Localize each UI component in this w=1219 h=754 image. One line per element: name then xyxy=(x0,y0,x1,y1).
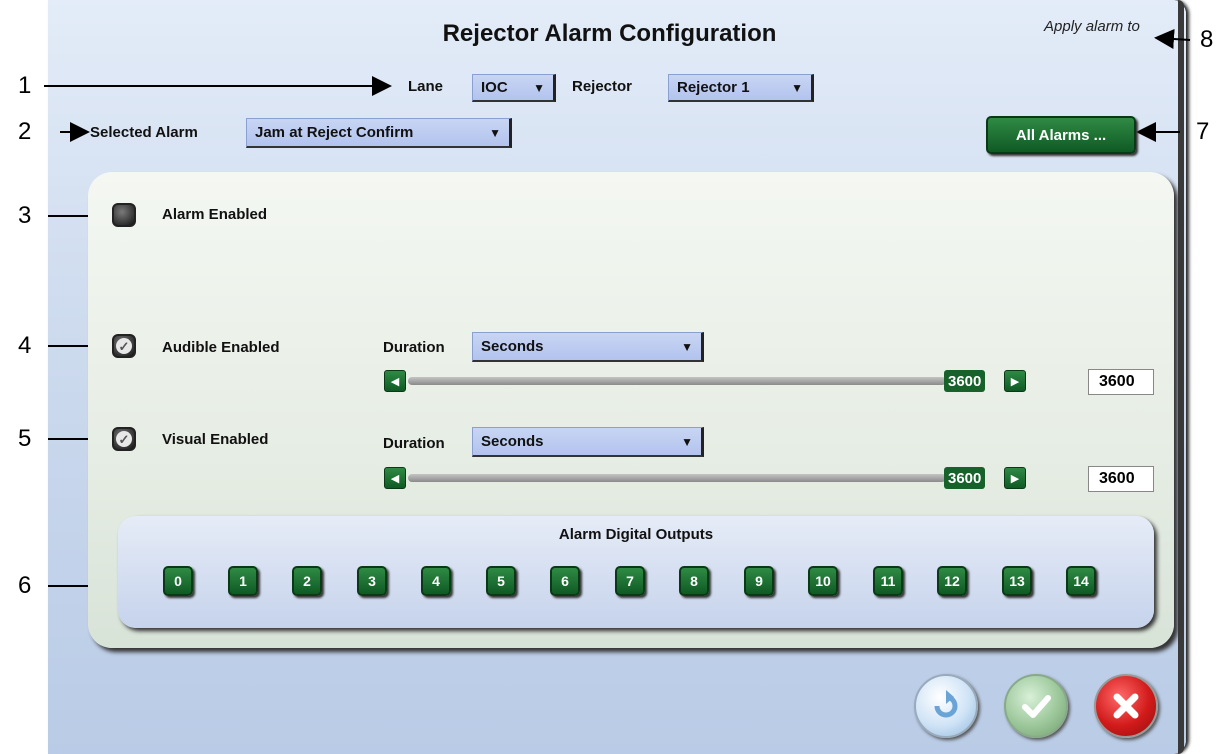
visual-duration-input[interactable]: 3600 xyxy=(1088,466,1154,492)
audible-slider-track[interactable] xyxy=(408,377,946,385)
all-alarms-button[interactable]: All Alarms ... xyxy=(986,116,1136,154)
check-icon: ✓ xyxy=(116,431,132,447)
selected-alarm-label: Selected Alarm xyxy=(90,124,198,141)
output-button-9[interactable]: 9 xyxy=(744,566,774,596)
rejector-dropdown[interactable]: Rejector 1 ▼ xyxy=(668,74,814,102)
selected-alarm-value: Jam at Reject Confirm xyxy=(255,124,414,141)
visual-slider-track[interactable] xyxy=(408,474,946,482)
output-button-6[interactable]: 6 xyxy=(550,566,580,596)
output-button-13[interactable]: 13 xyxy=(1002,566,1032,596)
callout-1: 1 xyxy=(18,72,32,99)
output-button-12[interactable]: 12 xyxy=(937,566,967,596)
visual-duration-label: Duration xyxy=(383,435,445,452)
cancel-button[interactable] xyxy=(1094,674,1158,738)
audible-duration-unit: Seconds xyxy=(481,338,544,355)
selected-alarm-dropdown[interactable]: Jam at Reject Confirm ▼ xyxy=(246,118,512,148)
output-button-5[interactable]: 5 xyxy=(486,566,516,596)
output-button-1[interactable]: 1 xyxy=(228,566,258,596)
audible-duration-label: Duration xyxy=(383,339,445,356)
digital-outputs-title: Alarm Digital Outputs xyxy=(558,526,714,543)
callout-2: 2 xyxy=(18,118,32,145)
check-icon xyxy=(1022,695,1051,718)
visual-enabled-label: Visual Enabled xyxy=(162,431,269,448)
rejector-label: Rejector xyxy=(572,78,633,95)
chevron-down-icon: ▼ xyxy=(791,80,803,95)
callout-8: 8 xyxy=(1200,26,1214,53)
audible-duration-input[interactable]: 3600 xyxy=(1088,369,1154,395)
rejector-value: Rejector 1 xyxy=(677,79,750,96)
audible-slider-increment-button[interactable]: ▶ xyxy=(1004,370,1026,392)
alarm-enabled-checkbox[interactable] xyxy=(112,203,136,227)
output-button-7[interactable]: 7 xyxy=(615,566,645,596)
left-arrow-icon: ◀ xyxy=(390,375,400,388)
output-button-14[interactable]: 14 xyxy=(1066,566,1096,596)
arrow-8 xyxy=(1154,29,1191,49)
right-arrow-icon: ▶ xyxy=(1010,472,1020,485)
output-button-4[interactable]: 4 xyxy=(421,566,451,596)
lane-value: IOC xyxy=(481,79,508,96)
callout-3: 3 xyxy=(18,202,32,229)
reset-button[interactable] xyxy=(914,674,978,738)
accept-button[interactable] xyxy=(1004,674,1068,738)
audible-slider-thumb[interactable]: 3600 xyxy=(944,370,986,392)
audible-slider-decrement-button[interactable]: ◀ xyxy=(384,370,406,392)
visual-duration-unit: Seconds xyxy=(481,433,544,450)
visual-slider-thumb[interactable]: 3600 xyxy=(944,467,986,489)
audible-duration-dropdown[interactable]: Seconds ▼ xyxy=(472,332,704,362)
visual-duration-dropdown[interactable]: Seconds ▼ xyxy=(472,427,704,457)
output-button-8[interactable]: 8 xyxy=(679,566,709,596)
visual-slider-decrement-button[interactable]: ◀ xyxy=(384,467,406,489)
output-button-11[interactable]: 11 xyxy=(873,566,903,596)
alarm-enabled-label: Alarm Enabled xyxy=(162,206,268,223)
output-button-2[interactable]: 2 xyxy=(292,566,322,596)
chevron-down-icon: ▼ xyxy=(681,339,693,354)
callout-4: 4 xyxy=(18,332,32,359)
callout-6: 6 xyxy=(18,572,32,599)
callout-7: 7 xyxy=(1196,118,1210,145)
undo-icon xyxy=(934,690,958,718)
close-icon xyxy=(1113,693,1139,719)
output-button-3[interactable]: 3 xyxy=(357,566,387,596)
visual-slider-increment-button[interactable]: ▶ xyxy=(1004,467,1026,489)
right-arrow-icon: ▶ xyxy=(1010,375,1020,388)
output-button-10[interactable]: 10 xyxy=(808,566,838,596)
lane-label: Lane xyxy=(408,78,444,95)
chevron-down-icon: ▼ xyxy=(533,80,545,95)
visual-enabled-checkbox[interactable]: ✓ xyxy=(112,427,136,451)
chevron-down-icon: ▼ xyxy=(489,125,501,140)
left-arrow-icon: ◀ xyxy=(390,472,400,485)
audible-enabled-label: Audible Enabled xyxy=(162,339,280,356)
audible-enabled-checkbox[interactable]: ✓ xyxy=(112,334,136,358)
check-icon: ✓ xyxy=(116,338,132,354)
output-button-0[interactable]: 0 xyxy=(163,566,193,596)
chevron-down-icon: ▼ xyxy=(681,434,693,449)
callout-5: 5 xyxy=(18,425,32,452)
lane-dropdown[interactable]: IOC ▼ xyxy=(472,74,556,102)
